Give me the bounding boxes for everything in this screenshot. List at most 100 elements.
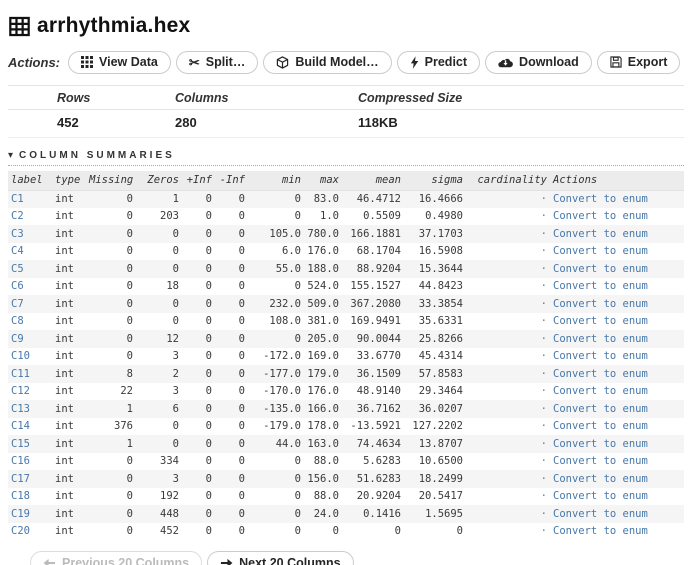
column-summaries-section-toggle[interactable]: ▾ COLUMN SUMMARIES — [8, 150, 684, 166]
cell-zeros: 334 — [160, 455, 179, 468]
build-model-button[interactable]: Build Model… — [263, 50, 392, 74]
cell-pinf: 0 — [205, 525, 212, 538]
page-title-row: arrhythmia.hex — [9, 14, 684, 38]
convert-to-enum-link[interactable]: Convert to enum — [553, 490, 648, 502]
bolt-icon — [410, 55, 419, 69]
convert-to-enum-link[interactable]: Convert to enum — [553, 193, 648, 205]
cell-missing: 0 — [126, 490, 133, 503]
cell-sigma: 25.8266 — [404, 330, 466, 348]
convert-to-enum-link[interactable]: Convert to enum — [553, 280, 648, 292]
cell-missing: 376 — [114, 420, 133, 433]
split-button[interactable]: ✂ Split… — [175, 50, 259, 74]
cell-mean: 0.5509 — [363, 210, 401, 223]
cell-pinf: 0 — [205, 490, 212, 503]
convert-to-enum-link[interactable]: Convert to enum — [553, 403, 648, 415]
cell-ninf: 0 — [238, 350, 245, 363]
table-row: C4 int 0 0 0 0 6.0 176.0 68.1704 16.5908 · Convert … — [8, 243, 684, 261]
cell-ninf: 0 — [238, 385, 245, 398]
convert-to-enum-link[interactable]: Convert to enum — [553, 350, 648, 362]
cell-ninf: 0 — [238, 455, 245, 468]
convert-to-enum-link[interactable]: Convert to enum — [553, 438, 648, 450]
export-button[interactable]: Export — [596, 50, 681, 74]
cell-type: int — [55, 420, 74, 433]
frame-summary-headers: Rows Columns Compressed Size — [8, 85, 684, 109]
cell-sigma: 15.3644 — [404, 260, 466, 278]
cell-zeros: 203 — [160, 210, 179, 223]
cell-cardinality: · — [540, 245, 547, 258]
convert-to-enum-link[interactable]: Convert to enum — [553, 210, 648, 222]
cell-missing: 0 — [86, 225, 136, 243]
cell-sigma: 35.6331 — [418, 315, 463, 328]
cell-label: C12 — [11, 385, 30, 398]
cell-ninf: 0 — [238, 245, 245, 258]
frame-summary-values: 452 280 118KB — [8, 109, 684, 138]
convert-to-enum-link[interactable]: Convert to enum — [553, 385, 648, 397]
cell-pinf: 0 — [182, 400, 215, 418]
table-row: C6 int 0 18 0 0 0 524.0 155.1527 44.8423 · Convert … — [8, 278, 684, 296]
cell-type: int — [52, 190, 86, 208]
convert-to-enum-link[interactable]: Convert to enum — [553, 368, 648, 380]
cell-sigma: 13.8707 — [404, 435, 466, 453]
convert-to-enum-link[interactable]: Convert to enum — [553, 263, 648, 275]
cell-sigma: 16.4666 — [404, 190, 466, 208]
convert-to-enum-link[interactable]: Convert to enum — [553, 298, 648, 310]
convert-to-enum-link[interactable]: Convert to enum — [553, 525, 648, 537]
cell-cardinality: · — [540, 350, 547, 363]
table-row: C9 int 0 12 0 0 0 205.0 90.0044 25.8266 · Convert t… — [8, 330, 684, 348]
cell-mean: 74.4634 — [342, 435, 404, 453]
cell-ninf: 0 — [215, 505, 248, 523]
cell-pinf: 0 — [205, 455, 212, 468]
next-20-columns-button[interactable]: Next 20 Columns — [207, 551, 354, 565]
convert-to-enum-link[interactable]: Convert to enum — [553, 455, 648, 467]
column-header-min: min — [248, 171, 304, 191]
column-header-type: type — [52, 171, 86, 191]
cell-ninf: 0 — [215, 330, 248, 348]
convert-to-enum-link[interactable]: Convert to enum — [553, 228, 648, 240]
cell-max: 169.0 — [307, 350, 339, 363]
cell-mean: 90.0044 — [342, 330, 404, 348]
cell-actions: Convert to enum — [550, 435, 684, 453]
previous-20-columns-button[interactable]: Previous 20 Columns — [30, 551, 203, 565]
cell-actions: Convert to enum — [550, 260, 684, 278]
section-title: COLUMN SUMMARIES — [19, 150, 175, 161]
predict-button[interactable]: Predict — [396, 50, 481, 74]
convert-to-enum-link[interactable]: Convert to enum — [553, 508, 648, 520]
convert-to-enum-link[interactable]: Convert to enum — [553, 315, 648, 327]
download-button-label: Download — [519, 55, 579, 69]
convert-to-enum-link[interactable]: Convert to enum — [553, 420, 648, 432]
table-row: C16 int 0 334 0 0 0 88.0 5.6283 10.6500 · Convert t… — [8, 453, 684, 471]
column-header-zeros: Zeros — [136, 171, 182, 191]
cell-actions: Convert to enum — [550, 190, 684, 208]
cell-sigma: 29.3464 — [418, 385, 463, 398]
convert-to-enum-link[interactable]: Convert to enum — [553, 473, 648, 485]
cell-actions: Convert to enum — [550, 278, 684, 296]
cell-max: 88.0 — [313, 490, 339, 503]
cell-max: 509.0 — [304, 295, 342, 313]
cell-mean: -13.5921 — [350, 420, 401, 433]
download-button[interactable]: Download — [485, 50, 592, 74]
cell-zeros: 2 — [136, 365, 182, 383]
column-header-inf: +Inf — [182, 171, 215, 191]
table-row: C12 int 22 3 0 0 -170.0 176.0 48.9140 29.3464 · Con… — [8, 383, 684, 401]
split-button-label: Split… — [205, 55, 246, 69]
cell-label: C2 — [11, 210, 24, 223]
cell-label: C9 — [8, 330, 52, 348]
view-data-button[interactable]: View Data — [68, 50, 171, 74]
cell-label: C4 — [11, 245, 24, 258]
cell-label: C11 — [8, 365, 52, 383]
cell-label: C8 — [11, 315, 24, 328]
convert-to-enum-link[interactable]: Convert to enum — [553, 333, 648, 345]
cell-mean: 36.7162 — [342, 400, 404, 418]
cell-actions: Convert to enum — [550, 505, 684, 523]
compressed-size-value: 118KB — [358, 115, 398, 130]
convert-to-enum-link[interactable]: Convert to enum — [553, 245, 648, 257]
column-header-inf: -Inf — [215, 171, 248, 191]
next-20-columns-label: Next 20 Columns — [239, 555, 341, 565]
cell-cardinality: · — [466, 225, 550, 243]
cell-max: 88.0 — [313, 455, 339, 468]
previous-20-columns-label: Previous 20 Columns — [62, 555, 190, 565]
table-row: C11 int 8 2 0 0 -177.0 179.0 36.1509 57.8583 · Conv… — [8, 365, 684, 383]
cell-actions: Convert to enum — [550, 330, 684, 348]
cell-missing: 0 — [126, 455, 133, 468]
cell-mean: 367.2080 — [342, 295, 404, 313]
